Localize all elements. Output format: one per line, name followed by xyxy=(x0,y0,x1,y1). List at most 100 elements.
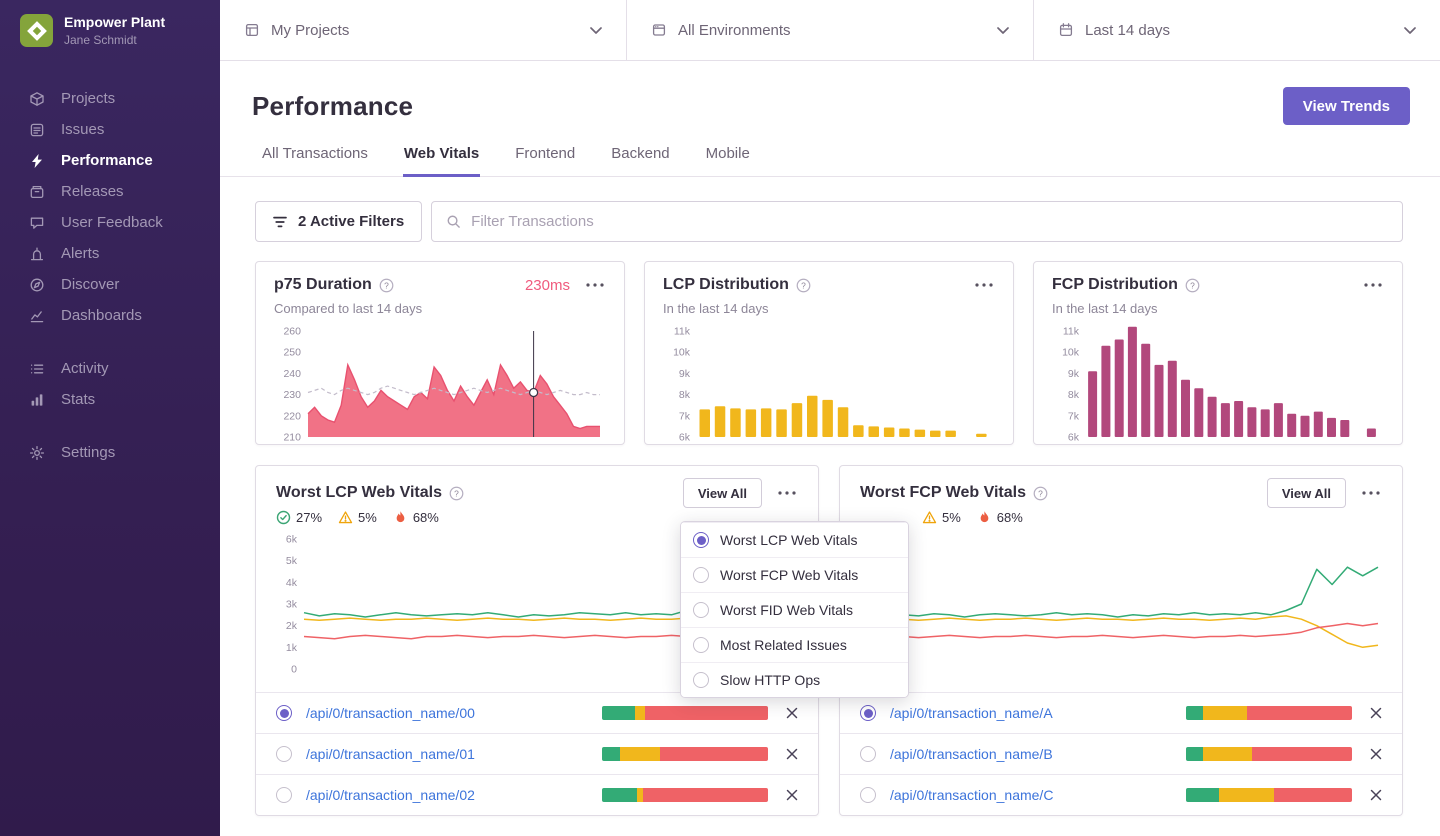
tab-mobile[interactable]: Mobile xyxy=(705,145,751,177)
close-icon[interactable] xyxy=(1370,707,1382,719)
sidebar-item-alerts[interactable]: Alerts xyxy=(0,238,220,269)
sidebar-item-stats[interactable]: Stats xyxy=(0,384,220,415)
global-filter-all-environments[interactable]: All Environments xyxy=(627,0,1034,60)
view-all-button[interactable]: View All xyxy=(1266,478,1346,508)
svg-text:?: ? xyxy=(801,280,806,290)
row-radio-button[interactable] xyxy=(860,746,876,762)
svg-text:6k: 6k xyxy=(286,534,298,546)
good-segment xyxy=(1186,788,1220,802)
more-icon[interactable] xyxy=(584,280,606,290)
menu-item-most-related-issues[interactable]: Most Related Issues xyxy=(681,627,908,662)
tab-web-vitals[interactable]: Web Vitals xyxy=(402,145,481,177)
sidebar-item-issues[interactable]: Issues xyxy=(0,114,220,145)
transaction-row-api-0-transaction-name-b: /api/0/transaction_name/B xyxy=(840,733,1402,774)
svg-text:5k: 5k xyxy=(286,555,298,567)
more-icon[interactable] xyxy=(973,280,995,290)
vitals-breakdown-bar xyxy=(1186,706,1352,720)
close-icon[interactable] xyxy=(1370,789,1382,801)
poor-segment xyxy=(1252,747,1352,761)
meh-segment xyxy=(1219,788,1274,802)
menu-item-label: Most Related Issues xyxy=(720,637,847,653)
more-icon[interactable] xyxy=(776,488,798,498)
vital-stat: 27% xyxy=(276,510,322,525)
sidebar-item-performance[interactable]: Performance xyxy=(0,145,220,176)
search-input[interactable] xyxy=(471,213,1388,230)
sidebar-item-projects[interactable]: Projects xyxy=(0,83,220,114)
help-icon[interactable]: ? xyxy=(449,486,464,501)
transaction-list: /api/0/transaction_name/00 /api/0/transa… xyxy=(256,692,818,815)
good-segment xyxy=(1186,747,1203,761)
sidebar-item-releases[interactable]: Releases xyxy=(0,176,220,207)
svg-text:230: 230 xyxy=(283,389,301,401)
vital-stat-value: 5% xyxy=(942,509,961,525)
transaction-link[interactable]: /api/0/transaction_name/C xyxy=(890,787,1053,803)
global-filter-last-14-days[interactable]: Last 14 days xyxy=(1034,0,1440,60)
sidebar-item-label: Performance xyxy=(61,152,153,169)
vitals-breakdown-bar xyxy=(602,788,768,802)
sidebar-nav-secondary: Activity Stats xyxy=(0,331,220,415)
good-segment xyxy=(602,706,636,720)
more-icon[interactable] xyxy=(1362,280,1384,290)
sidebar-nav-primary: Projects Issues Performance Releases Use… xyxy=(0,61,220,331)
vital-stat: 5% xyxy=(338,510,377,525)
svg-text:10k: 10k xyxy=(673,347,691,359)
menu-item-worst-lcp-web-vitals[interactable]: Worst LCP Web Vitals xyxy=(681,522,908,557)
svg-text:?: ? xyxy=(454,488,459,498)
help-icon[interactable]: ? xyxy=(1185,278,1200,293)
tab-backend[interactable]: Backend xyxy=(610,145,670,177)
chevron-down-icon xyxy=(1404,26,1416,34)
sidebar-item-activity[interactable]: Activity xyxy=(0,353,220,384)
transaction-link[interactable]: /api/0/transaction_name/02 xyxy=(306,787,475,803)
sidebar-item-user-feedback[interactable]: User Feedback xyxy=(0,207,220,238)
active-filters-button[interactable]: 2 Active Filters xyxy=(255,201,423,242)
row-radio-button[interactable] xyxy=(860,787,876,803)
tab-all-transactions[interactable]: All Transactions xyxy=(261,145,369,177)
poor-segment xyxy=(643,788,768,802)
row-radio-button[interactable] xyxy=(860,705,876,721)
transaction-link[interactable]: /api/0/transaction_name/A xyxy=(890,705,1053,721)
transaction-link[interactable]: /api/0/transaction_name/00 xyxy=(306,705,475,721)
performance-tabs: All Transactions Web Vitals Frontend Backen… xyxy=(220,125,1440,177)
filter-icon xyxy=(273,216,287,228)
svg-text:6k: 6k xyxy=(1068,432,1080,444)
help-icon[interactable]: ? xyxy=(796,278,811,293)
global-filter-label: All Environments xyxy=(678,21,791,39)
help-icon[interactable]: ? xyxy=(1033,486,1048,501)
more-icon[interactable] xyxy=(1360,488,1382,498)
close-icon[interactable] xyxy=(786,748,798,760)
poor-segment xyxy=(1273,788,1352,802)
row-radio-button[interactable] xyxy=(276,787,292,803)
view-trends-button[interactable]: View Trends xyxy=(1282,87,1410,125)
chevron-down-icon xyxy=(590,26,602,34)
menu-item-label: Slow HTTP Ops xyxy=(720,672,821,688)
calendar-icon xyxy=(1058,22,1074,38)
close-icon[interactable] xyxy=(786,707,798,719)
p75-value: 230ms xyxy=(524,276,570,294)
global-filter-bar: My Projects All Environments Last 14 day… xyxy=(220,0,1440,61)
help-icon[interactable]: ? xyxy=(379,278,394,293)
meh-segment xyxy=(636,788,644,802)
tab-frontend[interactable]: Frontend xyxy=(514,145,576,177)
menu-item-worst-fcp-web-vitals[interactable]: Worst FCP Web Vitals xyxy=(681,557,908,592)
org-logo xyxy=(20,14,53,47)
sidebar-item-dashboards[interactable]: Dashboards xyxy=(0,300,220,331)
menu-item-slow-http-ops[interactable]: Slow HTTP Ops xyxy=(681,662,908,697)
vitals-breakdown-bar xyxy=(1186,747,1352,761)
sidebar-item-discover[interactable]: Discover xyxy=(0,269,220,300)
app-root: Empower Plant Jane Schmidt Projects Issu… xyxy=(0,0,1440,836)
org-switcher[interactable]: Empower Plant Jane Schmidt xyxy=(0,0,220,61)
view-all-button[interactable]: View All xyxy=(682,478,762,508)
transaction-link[interactable]: /api/0/transaction_name/01 xyxy=(306,746,475,762)
sidebar-item-settings[interactable]: Settings xyxy=(0,437,220,468)
menu-radio-button xyxy=(693,637,709,653)
svg-text:240: 240 xyxy=(283,368,301,380)
vital-stat-value: 27% xyxy=(296,509,323,525)
global-filter-my-projects[interactable]: My Projects xyxy=(220,0,627,60)
close-icon[interactable] xyxy=(1370,748,1382,760)
transaction-link[interactable]: /api/0/transaction_name/B xyxy=(890,746,1053,762)
close-icon[interactable] xyxy=(786,789,798,801)
row-radio-button[interactable] xyxy=(276,705,292,721)
row-radio-button[interactable] xyxy=(276,746,292,762)
menu-item-worst-fid-web-vitals[interactable]: Worst FID Web Vitals xyxy=(681,592,908,627)
lcp-distribution-chart: 11k 10k 9k 8k 7k 6k xyxy=(663,326,995,444)
